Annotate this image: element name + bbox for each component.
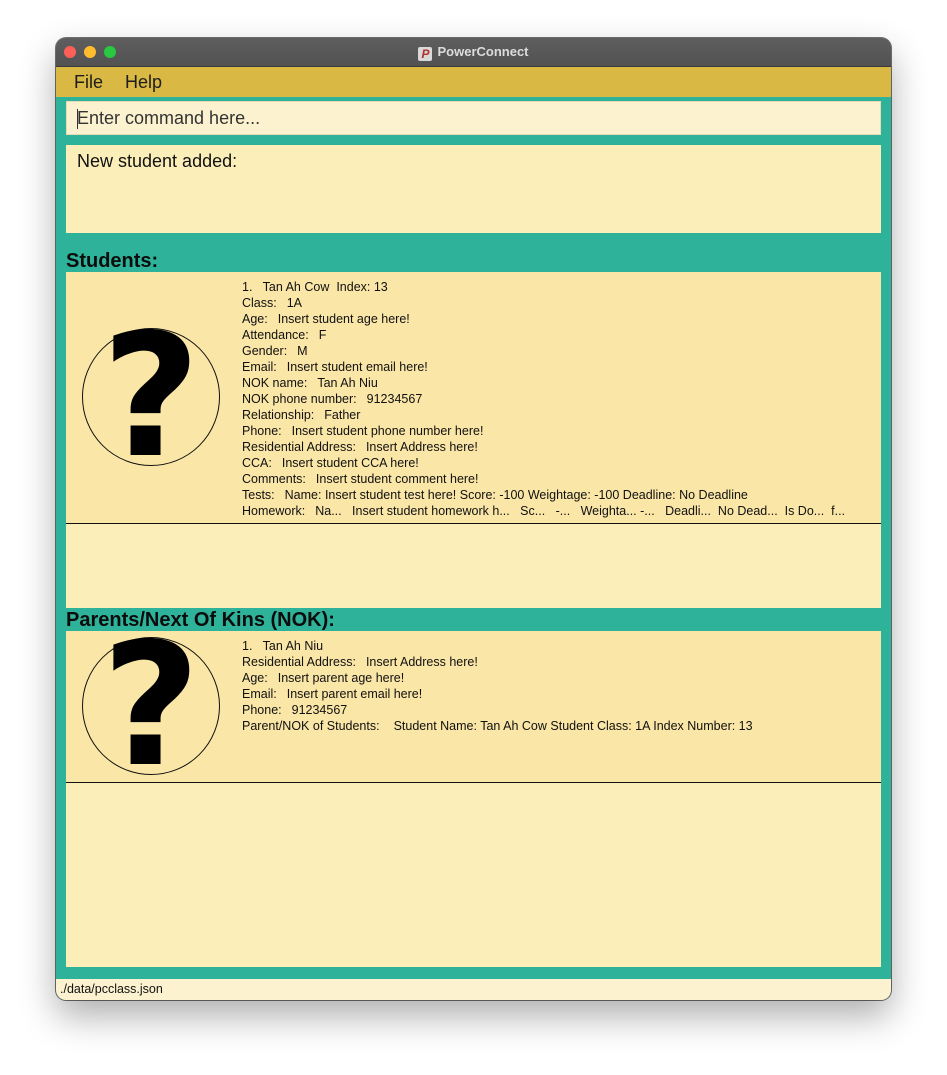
student-field-homework: Homework: Na... Insert student homework h… — [242, 504, 846, 518]
student-field-comments: Comments: Insert student comment here! — [242, 472, 479, 486]
parent-list[interactable]: ? 1. Tan Ah Niu Residential Address: Inse… — [66, 631, 881, 967]
parent-name: Tan Ah Niu — [262, 639, 324, 653]
students-heading: Students: — [66, 250, 159, 272]
student-field-class: Class: 1A — [242, 296, 303, 310]
student-field-gender: Gender: M — [242, 344, 308, 358]
window-title: P PowerConnect — [56, 44, 891, 61]
parent-details: 1. Tan Ah Niu Residential Address: Insert… — [242, 638, 753, 734]
parent-field-email: Email: Insert parent email here! — [242, 687, 423, 701]
parent-field-students: Parent/NOK of Students: Student Name: Tan… — [242, 719, 753, 733]
app-window: P PowerConnect File Help New student adde… — [56, 38, 891, 1000]
window-title-text: PowerConnect — [437, 44, 529, 59]
menu-file[interactable]: File — [74, 72, 103, 93]
command-box[interactable] — [66, 101, 881, 135]
parent-avatar: ? — [82, 631, 220, 796]
parent-header-row: 1. Tan Ah Niu — [242, 638, 753, 654]
question-mark-icon: ? — [101, 298, 201, 496]
student-avatar: ? — [82, 307, 220, 487]
student-field-nok-phone: NOK phone number: 91234567 — [242, 392, 423, 406]
parent-number: 1. — [242, 639, 253, 653]
text-caret — [77, 109, 78, 129]
student-card[interactable]: ? 1. Tan Ah Cow Index: 13 Class: 1A Age: I… — [66, 272, 881, 524]
student-field-address: Residential Address: Insert Address here! — [242, 440, 478, 454]
menu-help[interactable]: Help — [125, 72, 162, 93]
result-text: New student added: — [77, 151, 238, 171]
student-field-relationship: Relationship: Father — [242, 408, 361, 422]
student-field-phone: Phone: Insert student phone number here! — [242, 424, 484, 438]
parents-heading: Parents/Next Of Kins (NOK): — [66, 609, 335, 631]
student-details: 1. Tan Ah Cow Index: 13 Class: 1A Age: Ins… — [242, 279, 845, 519]
student-name: Tan Ah Cow — [262, 280, 330, 294]
student-number: 1. — [242, 280, 253, 294]
student-field-email: Email: Insert student email here! — [242, 360, 428, 374]
status-bar: ./data/pcclass.json — [56, 979, 891, 1000]
app-logo-icon: P — [418, 47, 433, 61]
student-field-attendance: Attendance: F — [242, 328, 327, 342]
student-field-nok-name: NOK name: Tan Ah Niu — [242, 376, 378, 390]
student-header-row: 1. Tan Ah Cow Index: 13 — [242, 279, 845, 295]
student-field-age: Age: Insert student age here! — [242, 312, 410, 326]
data-file-path: ./data/pcclass.json — [60, 982, 163, 996]
student-index-label: Index: — [336, 280, 371, 294]
command-input[interactable] — [67, 102, 880, 134]
question-mark-icon: ? — [101, 631, 201, 805]
student-list[interactable]: ? 1. Tan Ah Cow Index: 13 Class: 1A Age: I… — [66, 272, 881, 608]
student-field-tests: Tests: Name: Insert student test here! Sc… — [242, 488, 748, 502]
parent-card[interactable]: ? 1. Tan Ah Niu Residential Address: Inse… — [66, 631, 881, 796]
parent-field-phone: Phone: 91234567 — [242, 703, 348, 717]
parent-field-age: Age: Insert parent age here! — [242, 671, 405, 685]
result-display: New student added: — [66, 145, 881, 233]
student-index-value: 13 — [373, 280, 388, 294]
parent-field-address: Residential Address: Insert Address here! — [242, 655, 478, 669]
title-bar[interactable]: P PowerConnect — [56, 38, 891, 67]
student-field-cca: CCA: Insert student CCA here! — [242, 456, 419, 470]
menu-bar: File Help — [56, 67, 891, 97]
